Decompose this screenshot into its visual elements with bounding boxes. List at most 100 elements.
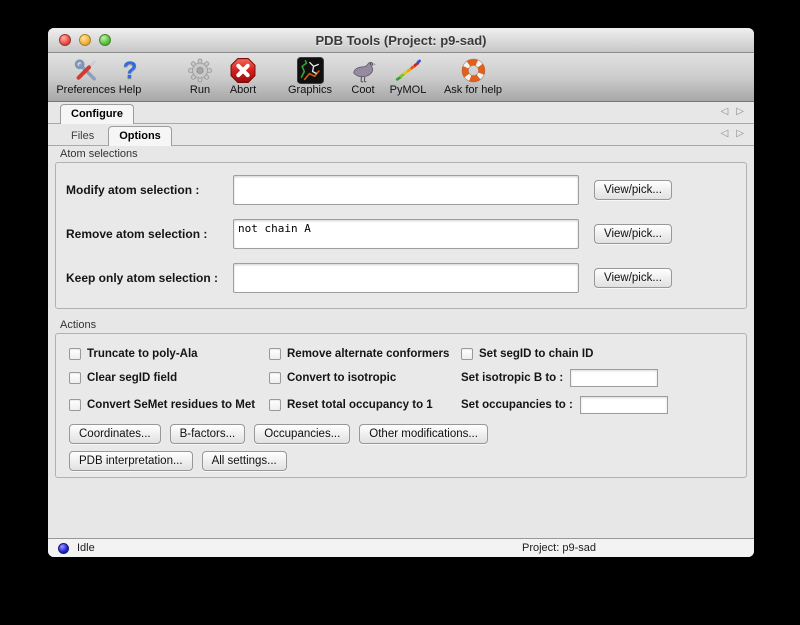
actions-group: Truncate to poly-Ala Remove alternate co… <box>55 333 747 478</box>
modify-selection-label: Modify atom selection : <box>66 175 233 197</box>
checkbox-icon[interactable] <box>69 399 81 411</box>
actions-group-title: Actions <box>60 319 747 332</box>
checkbox-reset-total-occupancy[interactable]: Reset total occupancy to 1 <box>269 396 461 414</box>
tab-scroll-right-icon[interactable]: ▷ <box>736 107 744 117</box>
actions-checkbox-grid: Truncate to poly-Ala Remove alternate co… <box>69 348 746 414</box>
toolbar: Preferences ? Help <box>48 53 754 102</box>
toolbar-item-label: Help <box>119 84 142 96</box>
pdb-interpretation-button[interactable]: PDB interpretation... <box>69 451 193 471</box>
desktop-background: PDB Tools (Project: p9-sad) Preferences … <box>0 0 800 625</box>
window-title: PDB Tools (Project: p9-sad) <box>316 33 487 48</box>
modify-selection-row: Modify atom selection : View/pick... <box>66 175 746 205</box>
run-button[interactable]: Run <box>187 57 214 96</box>
set-isotropic-b-field: Set isotropic B to : <box>461 369 746 387</box>
tab-scroll-right-icon[interactable]: ▷ <box>736 129 744 139</box>
checkbox-icon[interactable] <box>69 372 81 384</box>
checkbox-icon[interactable] <box>69 348 81 360</box>
checkbox-set-segid-to-chain-id[interactable]: Set segID to chain ID <box>461 348 746 360</box>
project-label: Project: p9-sad <box>522 542 596 554</box>
checkbox-label: Remove alternate conformers <box>287 348 449 360</box>
ask-for-help-button[interactable]: Ask for help <box>444 57 502 96</box>
checkbox-clear-segid-field[interactable]: Clear segID field <box>69 369 269 387</box>
help-button[interactable]: ? Help <box>117 57 144 96</box>
coot-button[interactable]: Coot <box>350 57 377 96</box>
checkbox-label: Reset total occupancy to 1 <box>287 399 433 411</box>
checkbox-label: Truncate to poly-Ala <box>87 348 198 360</box>
checkbox-icon[interactable] <box>461 348 473 360</box>
occupancies-button[interactable]: Occupancies... <box>254 424 350 444</box>
remove-selection-label: Remove atom selection : <box>66 219 233 241</box>
coot-bird-icon <box>350 57 377 84</box>
preferences-button[interactable]: Preferences <box>56 57 115 96</box>
pymol-ribbon-icon <box>395 57 422 84</box>
toolbar-item-label: Preferences <box>56 84 115 96</box>
task-tab-bar: Configure ◁ ▷ <box>48 102 754 124</box>
modify-selection-input[interactable] <box>233 175 579 205</box>
close-button[interactable] <box>59 34 71 46</box>
status-indicator-icon <box>58 543 69 554</box>
pdb-tools-window: PDB Tools (Project: p9-sad) Preferences … <box>48 28 754 557</box>
keep-only-selection-input[interactable] <box>233 263 579 293</box>
minimize-button[interactable] <box>79 34 91 46</box>
zoom-button[interactable] <box>99 34 111 46</box>
checkbox-truncate-poly-ala[interactable]: Truncate to poly-Ala <box>69 348 269 360</box>
status-text: Idle <box>77 542 95 554</box>
remove-selection-row: Remove atom selection : not chain A View… <box>66 219 746 249</box>
atom-selections-group-title: Atom selections <box>60 148 747 161</box>
actions-button-row-2: PDB interpretation... All settings... <box>69 451 746 471</box>
checkbox-label: Convert SeMet residues to Met <box>87 399 255 411</box>
tab-scroll-left-icon[interactable]: ◁ <box>721 107 729 117</box>
tools-icon <box>73 57 100 84</box>
checkbox-remove-alternate-conformers[interactable]: Remove alternate conformers <box>269 348 461 360</box>
set-occupancies-input[interactable] <box>580 396 668 414</box>
tab-configure[interactable]: Configure <box>60 104 134 124</box>
checkbox-convert-to-isotropic[interactable]: Convert to isotropic <box>269 369 461 387</box>
tab-scroll-arrows: ◁ ▷ <box>721 107 744 117</box>
checkbox-convert-semet-to-met[interactable]: Convert SeMet residues to Met <box>69 396 269 414</box>
checkbox-icon[interactable] <box>269 372 281 384</box>
toolbar-item-label: PyMOL <box>390 84 427 96</box>
view-pick-button[interactable]: View/pick... <box>594 180 672 200</box>
checkbox-icon[interactable] <box>269 348 281 360</box>
atom-selections-group: Modify atom selection : View/pick... Rem… <box>55 162 747 309</box>
window-controls <box>59 28 111 52</box>
keep-only-selection-row: Keep only atom selection : View/pick... <box>66 263 746 293</box>
checkbox-label: Clear segID field <box>87 372 177 384</box>
graphics-icon <box>297 57 324 84</box>
actions-button-row-1: Coordinates... B-factors... Occupancies.… <box>69 424 746 444</box>
toolbar-item-label: Coot <box>351 84 374 96</box>
remove-selection-input[interactable]: not chain A <box>233 219 579 249</box>
checkbox-label: Convert to isotropic <box>287 372 396 384</box>
page-tab-bar: Files Options ◁ ▷ <box>48 124 754 146</box>
other-modifications-button[interactable]: Other modifications... <box>359 424 488 444</box>
set-isotropic-b-label: Set isotropic B to : <box>461 372 563 384</box>
question-icon: ? <box>117 57 144 84</box>
lifebuoy-icon <box>460 57 487 84</box>
gear-icon <box>187 57 214 84</box>
toolbar-item-label: Ask for help <box>444 84 502 96</box>
toolbar-item-label: Abort <box>230 84 256 96</box>
tab-scroll-left-icon[interactable]: ◁ <box>721 129 729 139</box>
titlebar[interactable]: PDB Tools (Project: p9-sad) <box>48 28 754 53</box>
tab-options[interactable]: Options <box>108 126 172 146</box>
all-settings-button[interactable]: All settings... <box>202 451 287 471</box>
tab-files[interactable]: Files <box>60 126 105 146</box>
set-occupancies-field: Set occupancies to : <box>461 396 746 414</box>
abort-icon <box>230 57 257 84</box>
tab-scroll-arrows: ◁ ▷ <box>721 129 744 139</box>
b-factors-button[interactable]: B-factors... <box>170 424 246 444</box>
set-isotropic-b-input[interactable] <box>570 369 658 387</box>
view-pick-button[interactable]: View/pick... <box>594 268 672 288</box>
pymol-button[interactable]: PyMOL <box>390 57 427 96</box>
abort-button[interactable]: Abort <box>230 57 257 96</box>
toolbar-item-label: Graphics <box>288 84 332 96</box>
keep-only-selection-label: Keep only atom selection : <box>66 263 233 285</box>
checkbox-label: Set segID to chain ID <box>479 348 593 360</box>
checkbox-icon[interactable] <box>269 399 281 411</box>
options-panel: Atom selections Modify atom selection : … <box>48 146 754 538</box>
toolbar-item-label: Run <box>190 84 210 96</box>
set-occupancies-label: Set occupancies to : <box>461 399 573 411</box>
view-pick-button[interactable]: View/pick... <box>594 224 672 244</box>
graphics-button[interactable]: Graphics <box>288 57 332 96</box>
coordinates-button[interactable]: Coordinates... <box>69 424 161 444</box>
